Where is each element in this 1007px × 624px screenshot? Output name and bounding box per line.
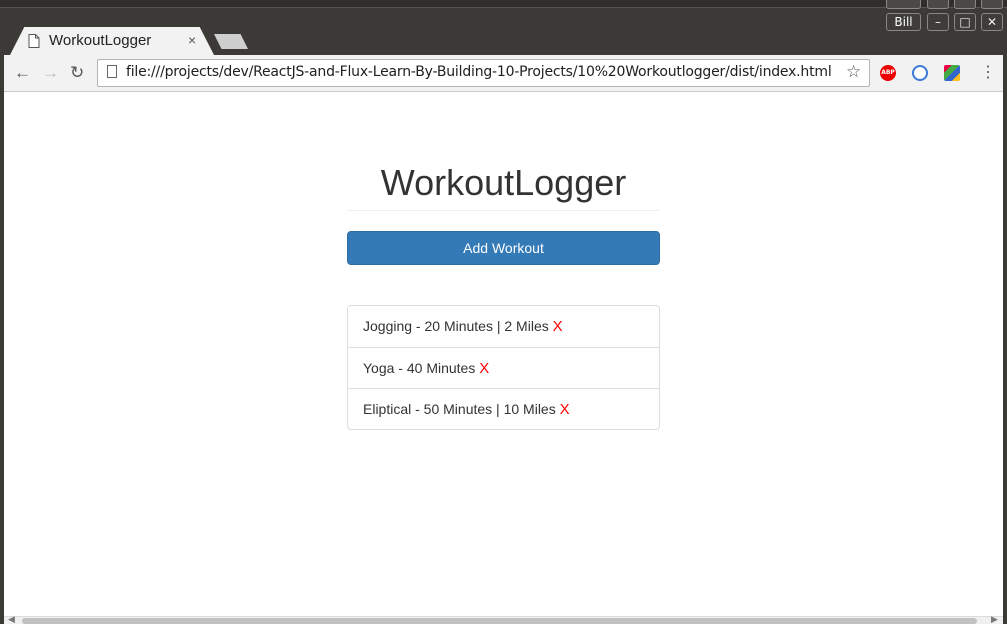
browser-menu-icon[interactable]: ⋮ [980,61,996,85]
delete-workout-button[interactable]: X [479,360,489,377]
workout-list-item: Jogging - 20 Minutes | 2 Miles X [348,306,659,347]
adblock-plus-icon[interactable]: ABP [880,65,896,81]
workout-list: Jogging - 20 Minutes | 2 Miles X Yoga - … [347,305,660,430]
horizontal-scroll-thumb[interactable] [22,618,977,624]
workout-list-item: Yoga - 40 Minutes X [348,347,659,388]
window-maximize-button[interactable]: □ [954,13,976,31]
title-divider [347,210,660,211]
background-window-user-menu [886,0,921,9]
page-icon [28,34,40,48]
workout-text: Yoga - 40 Minutes [363,360,480,376]
window-minimize-button[interactable]: – [927,13,949,31]
window-frame-right [1003,54,1007,624]
color-extension-icon[interactable] [944,65,960,81]
page-info-icon[interactable] [107,65,117,78]
forward-arrow-icon[interactable]: → [42,63,59,83]
scroll-right-arrow-icon[interactable]: ▶ [991,614,998,624]
background-window-minimize [927,0,949,9]
tab-close-icon[interactable]: × [188,32,196,48]
tab-favicon [28,29,40,53]
background-window-edge [0,0,1007,8]
address-bar-url[interactable]: file:///projects/dev/ReactJS-and-Flux-Le… [126,64,832,80]
profile-user-button[interactable]: Bill [886,13,921,31]
scroll-left-arrow-icon[interactable]: ◀ [8,614,15,624]
workout-list-item: Eliptical - 50 Minutes | 10 Miles X [348,388,659,429]
background-window-maximize [954,0,976,9]
tab-title: WorkoutLogger [49,32,152,49]
page-viewport: WorkoutLogger Add Workout Jogging - 20 M… [4,92,1003,616]
bookmark-star-icon[interactable]: ☆ [846,62,861,82]
add-workout-button[interactable]: Add Workout [347,231,660,265]
horizontal-scrollbar[interactable]: ◀ ▶ [4,614,1003,624]
workout-text: Jogging - 20 Minutes | 2 Miles [363,318,553,334]
window-close-button[interactable]: ✕ [981,13,1003,31]
delete-workout-button[interactable]: X [560,401,570,418]
workout-text: Eliptical - 50 Minutes | 10 Miles [363,401,560,417]
page-title: WorkoutLogger [380,162,627,203]
delete-workout-button[interactable]: X [553,318,563,335]
reload-icon[interactable]: ↻ [70,63,84,83]
back-arrow-icon[interactable]: ← [14,63,31,83]
background-window-close [981,0,1003,9]
sync-extension-icon[interactable] [912,65,928,81]
